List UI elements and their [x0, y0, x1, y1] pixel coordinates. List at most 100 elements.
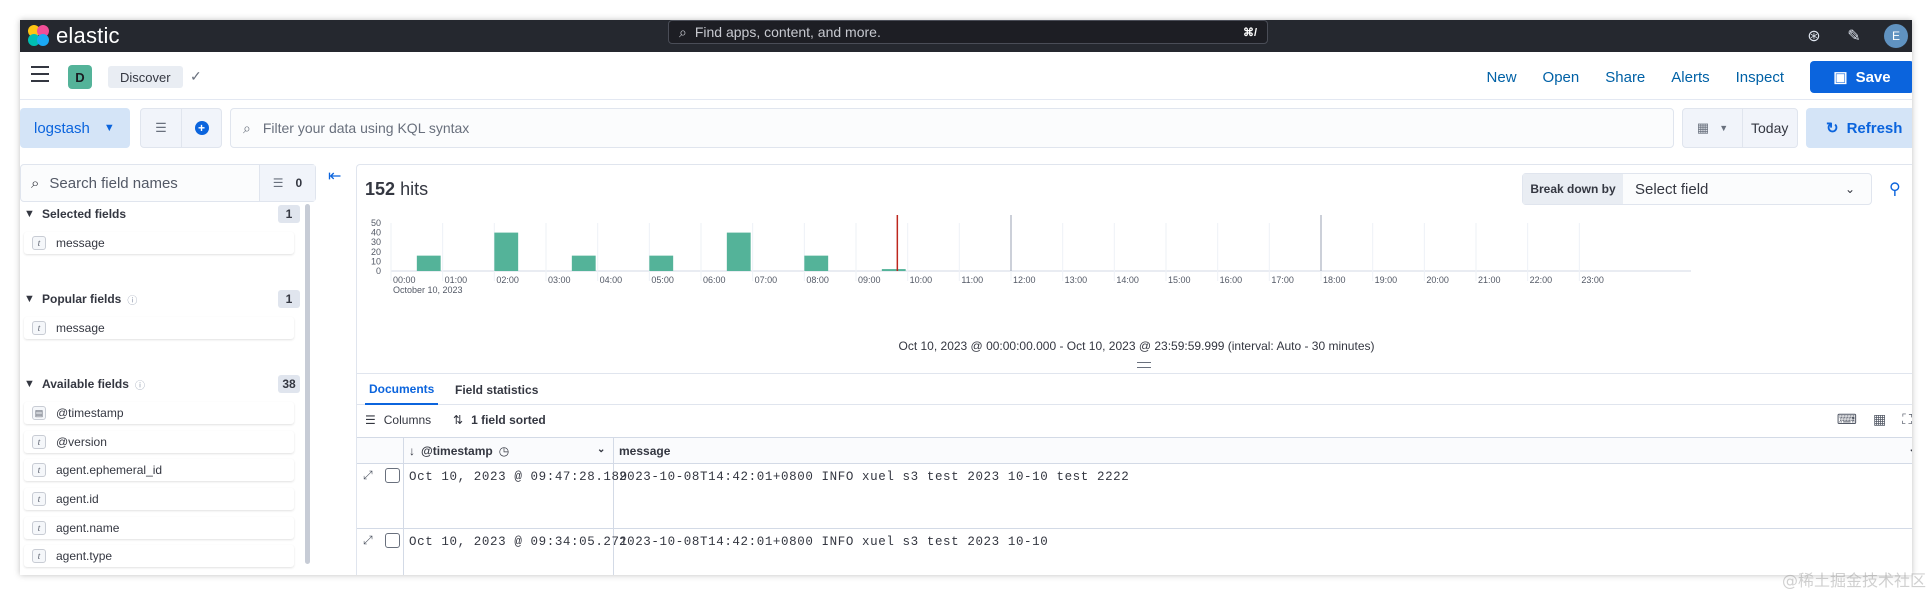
histogram-chart[interactable]: 50403020100 00:00 01:00 02:00 03:00 04:00 05:0…: [363, 215, 1912, 333]
field-name: agent.id: [56, 492, 99, 506]
y-tick-label: 10: [371, 256, 381, 266]
available-fields-header[interactable]: ▼ Available fields ⓘ 38: [24, 374, 300, 394]
histogram-bar: [416, 255, 441, 271]
column-header-message[interactable]: message: [619, 444, 670, 458]
global-search-placeholder: Find apps, content, and more.: [694, 24, 881, 40]
date-range-label[interactable]: Today: [1743, 120, 1788, 136]
grid-view-options: ⌨ ▦ ⛶: [1837, 411, 1912, 428]
fullscreen-icon[interactable]: ⛶: [1902, 411, 1912, 428]
add-filter-button[interactable]: +: [182, 108, 222, 148]
news-feed-icon[interactable]: ✎: [1844, 26, 1864, 46]
refresh-button[interactable]: ↻ Refresh: [1806, 108, 1912, 148]
space-avatar[interactable]: D: [68, 65, 92, 89]
info-icon: ⓘ: [134, 380, 145, 392]
new-button[interactable]: New: [1487, 69, 1517, 86]
selected-fields-header[interactable]: ▼ Selected fields 1: [24, 204, 300, 224]
resize-handle[interactable]: [1137, 362, 1151, 368]
column-header-timestamp[interactable]: ↓ @timestamp ◷: [409, 444, 509, 458]
quick-menu-button[interactable]: ▦ ▼: [1683, 109, 1743, 147]
field-item-message[interactable]: t message: [24, 232, 294, 254]
field-name: agent.ephemeral_id: [56, 463, 163, 477]
field-filter-count: 0: [295, 176, 303, 190]
field-search-input[interactable]: ⌕ Search field names ☰ 0: [20, 164, 316, 202]
collapse-sidebar-icon[interactable]: ⇤: [328, 166, 341, 186]
x-tick-label: 20:00: [1426, 275, 1449, 285]
sort-label: 1 field sorted: [471, 413, 546, 427]
header-actions: ⊛ ✎ E: [1804, 20, 1912, 52]
time-interval-text: Oct 10, 2023 @ 00:00:00.000 - Oct 10, 20…: [898, 339, 1375, 353]
plus-circle-icon: +: [194, 121, 209, 135]
filter-menu-button[interactable]: ☰: [140, 108, 182, 148]
field-item-agent-name[interactable]: t agent.name: [24, 517, 294, 539]
lens-edit-icon[interactable]: ⚲: [1889, 179, 1901, 199]
x-tick-label: 12:00: [1013, 275, 1036, 285]
expand-document-icon[interactable]: ⤢: [363, 468, 373, 483]
alerts-button[interactable]: Alerts: [1671, 69, 1709, 86]
clock-icon: ◷: [498, 444, 510, 458]
field-item-agent-type[interactable]: t agent.type: [24, 545, 294, 567]
table-row[interactable]: ⤢ Oct 10, 2023 @ 09:34:05.271 2023-10-08…: [357, 529, 1912, 575]
histogram-bar: [726, 232, 751, 271]
section-title: Popular fields: [42, 292, 122, 306]
field-item-version[interactable]: t @version: [24, 431, 294, 453]
field-item-agent-ephemeral-id[interactable]: t agent.ephemeral_id: [24, 459, 294, 481]
popular-fields-header[interactable]: ▼ Popular fields ⓘ 1: [24, 289, 300, 309]
help-icon[interactable]: ⊛: [1804, 26, 1824, 46]
elastic-logo-icon: [28, 25, 50, 47]
documents-table: ↓ @timestamp ◷ ⌄ message ⌄ ⤢ Oct 10, 202…: [357, 437, 1912, 575]
field-item-agent-id[interactable]: t agent.id: [24, 488, 294, 510]
open-button[interactable]: Open: [1543, 69, 1580, 86]
global-search-input[interactable]: ⌕ Find apps, content, and more. ⌘/: [668, 20, 1268, 44]
x-tick-label: 07:00: [755, 275, 778, 285]
share-button[interactable]: Share: [1605, 69, 1645, 86]
kql-search-input[interactable]: ⌕ Filter your data using KQL syntax: [230, 108, 1674, 148]
table-header: ↓ @timestamp ◷ ⌄ message ⌄: [357, 438, 1912, 464]
data-view-picker[interactable]: logstash ▼: [20, 108, 130, 148]
x-tick-label: 16:00: [1220, 275, 1243, 285]
table-row[interactable]: ⤢ Oct 10, 2023 @ 09:47:28.189 2023-10-08…: [357, 464, 1912, 529]
cell-message: 2023-10-08T14:42:01+0800 INFO xuel s3 te…: [619, 470, 1130, 484]
chevron-down-icon[interactable]: ⌄: [1909, 444, 1912, 455]
cell-message: 2023-10-08T14:42:01+0800 INFO xuel s3 te…: [619, 535, 1049, 549]
x-tick-label: 21:00: [1478, 275, 1501, 285]
field-filter-button[interactable]: ☰ 0: [259, 165, 315, 201]
sort-fields-button[interactable]: ⇅ 1 field sorted: [453, 413, 546, 427]
chevron-down-icon[interactable]: ⌄: [597, 444, 605, 455]
kql-placeholder: Filter your data using KQL syntax: [262, 120, 470, 136]
chevron-down-icon: ▼: [103, 122, 115, 134]
save-button[interactable]: ▣ Save: [1810, 61, 1912, 93]
cell-timestamp: Oct 10, 2023 @ 09:34:05.271: [409, 535, 628, 549]
date-picker[interactable]: ▦ ▼ Today: [1682, 108, 1798, 148]
brand-name: elastic: [56, 23, 120, 48]
density-table-icon[interactable]: ▦: [1873, 411, 1886, 428]
x-tick-label: 11:00: [961, 275, 983, 285]
y-tick-label: 20: [371, 247, 381, 257]
chart-actions: ⚲ ⚙: [1889, 179, 1912, 199]
expand-document-icon[interactable]: ⤢: [363, 533, 373, 548]
field-item-timestamp[interactable]: ▤ @timestamp: [24, 402, 294, 424]
search-shortcut: ⌘/: [1242, 26, 1257, 39]
columns-button[interactable]: ☰ Columns: [365, 413, 431, 427]
tab-documents[interactable]: Documents: [365, 374, 439, 405]
breadcrumb[interactable]: Discover: [108, 66, 183, 88]
menu-icon[interactable]: [31, 66, 49, 82]
elastic-logo[interactable]: elastic: [28, 22, 120, 50]
histogram-bar: [494, 232, 519, 271]
x-tick-label: 13:00: [1065, 275, 1088, 285]
refresh-icon: ↻: [1826, 120, 1839, 137]
x-tick-label: 05:00: [651, 275, 674, 285]
y-tick-label: 40: [371, 228, 381, 238]
string-type-icon: t: [32, 492, 46, 506]
field-name: @version: [56, 435, 107, 449]
sidebar-scrollbar[interactable]: [305, 204, 310, 564]
string-type-icon: t: [32, 549, 46, 563]
row-checkbox[interactable]: [385, 533, 400, 548]
user-avatar[interactable]: E: [1884, 24, 1908, 48]
breakdown-select[interactable]: Break down by Select field ⌄: [1522, 173, 1872, 205]
field-item-message[interactable]: t message: [24, 317, 294, 339]
keyboard-icon[interactable]: ⌨: [1837, 411, 1857, 428]
x-tick-label: 01:00: [445, 275, 468, 285]
inspect-button[interactable]: Inspect: [1736, 69, 1784, 86]
row-checkbox[interactable]: [385, 468, 400, 483]
tab-field-statistics[interactable]: Field statistics: [451, 374, 542, 405]
